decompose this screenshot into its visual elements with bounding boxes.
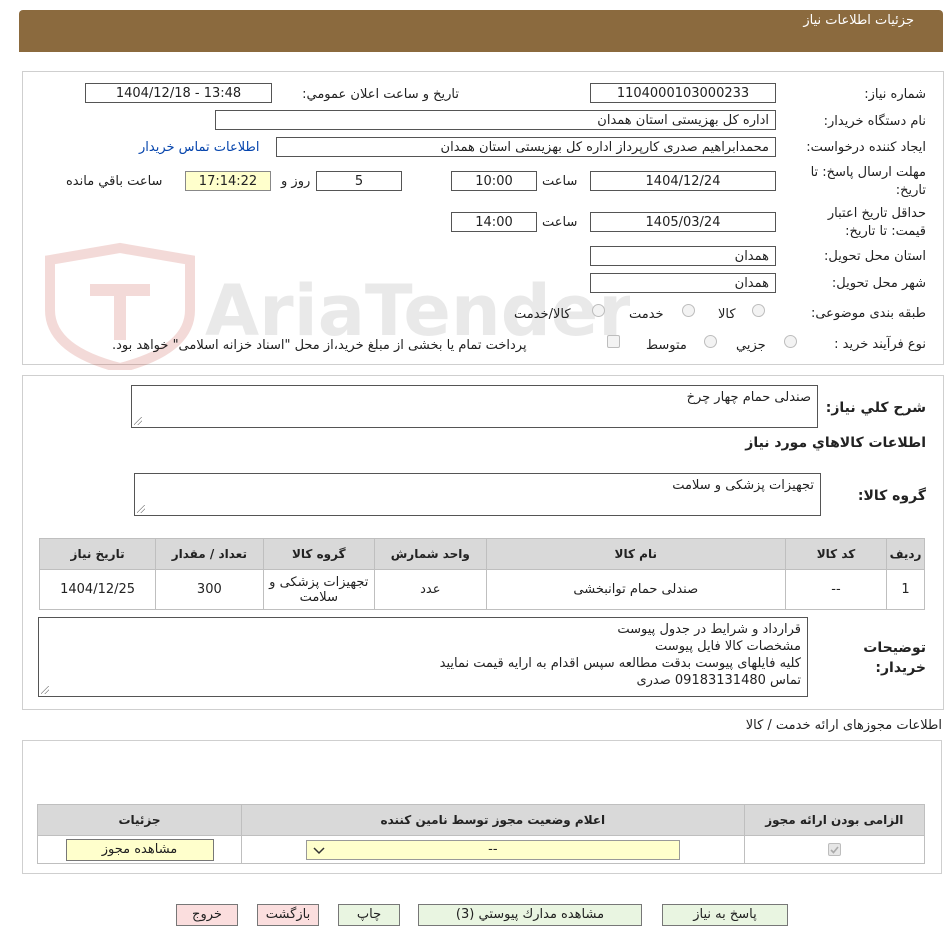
cell-unit: عدد xyxy=(374,569,487,610)
chevron-down-icon xyxy=(313,846,325,854)
validity-date-field: 1405/03/24 xyxy=(590,212,776,232)
need-number-label: شماره نیاز: xyxy=(864,87,926,102)
category-radio-goods[interactable] xyxy=(752,304,765,317)
view-permit-button[interactable]: مشاهده مجوز xyxy=(65,838,214,861)
buyer-field: اداره کل بهزیستی استان همدان xyxy=(215,110,776,130)
need-number-field: 1104000103000233 xyxy=(590,83,776,103)
exit-button[interactable]: خروج xyxy=(176,904,238,926)
cell-status: -- xyxy=(241,835,745,864)
goods-group-label: گروه کالا: xyxy=(857,488,926,504)
announce-label: تاریخ و ساعت اعلان عمومي: xyxy=(302,87,459,102)
goods-group-textarea[interactable]: تجهیزات پزشکی و سلامت xyxy=(134,473,821,516)
category-radio-goods-service[interactable] xyxy=(592,304,605,317)
treasury-payment-checkbox[interactable] xyxy=(607,335,620,348)
buyer-notes-textarea[interactable]: قرارداد و شرایط در جدول پیوست مشخصات کال… xyxy=(38,617,808,697)
buyer-notes-line: قرارداد و شرایط در جدول پیوست xyxy=(617,622,801,637)
process-radio-medium[interactable] xyxy=(704,335,717,348)
province-label: استان محل تحویل: xyxy=(824,249,926,264)
col-header-details: جزئیات xyxy=(36,804,243,836)
col-header-status: اعلام وضعیت مجوز توسط نامین کننده xyxy=(241,804,745,836)
col-header-code: کد کالا xyxy=(784,538,888,570)
category-option-service: خدمت xyxy=(629,307,664,322)
deadline-time-field: 10:00 xyxy=(451,171,537,191)
validity-time-label: ساعت xyxy=(542,215,578,230)
process-option-medium: متوسط xyxy=(646,338,687,353)
col-header-row: ردیف xyxy=(886,538,925,570)
deadline-date-field: 1404/12/24 xyxy=(590,171,776,191)
permits-title: اطلاعات مجوزهای ارائه خدمت / کالا xyxy=(745,718,942,733)
permits-table-header: الزامی بودن ارائه مجوز اعلام وضعیت مجوز … xyxy=(36,804,926,836)
city-field: همدان xyxy=(590,273,776,293)
col-header-date: تاریخ نیاز xyxy=(38,538,157,570)
col-header-qty: تعداد / مقدار xyxy=(155,538,264,570)
page-title: جزئیات اطلاعات نیاز xyxy=(803,13,914,28)
category-radio-service[interactable] xyxy=(682,304,695,317)
col-header-name: نام کالا xyxy=(485,538,786,570)
permit-status-value: -- xyxy=(488,841,498,857)
buyer-notes-line: مشخصات کالا فایل پیوست xyxy=(655,639,801,654)
process-label: نوع فرآیند خرید : xyxy=(834,337,926,352)
col-header-required: الزامی بودن ارائه مجوز xyxy=(743,804,926,836)
view-attachments-button[interactable]: مشاهده مدارك پیوستي (3) xyxy=(418,904,642,926)
permit-status-select[interactable]: -- xyxy=(305,839,680,860)
cell-date: 1404/12/25 xyxy=(38,569,157,610)
check-icon xyxy=(830,846,839,854)
cell-group: تجهیزات پزشکی و سلامت xyxy=(262,569,376,610)
goods-group-value: تجهیزات پزشکی و سلامت xyxy=(672,478,814,493)
cell-details: مشاهده مجوز xyxy=(36,835,243,864)
validity-time-field: 14:00 xyxy=(451,212,537,232)
back-button[interactable]: بازگشت xyxy=(257,904,319,926)
buyer-notes-label: توضیحات خریدار: xyxy=(863,640,926,676)
reply-button[interactable]: پاسخ به نیاز xyxy=(662,904,788,926)
cell-code: -- xyxy=(784,569,888,610)
summary-value: صندلی حمام چهار چرخ xyxy=(686,390,811,405)
col-header-group: گروه کالا xyxy=(262,538,376,570)
remaining-time-field: 17:14:22 xyxy=(185,171,271,191)
resize-grip-icon[interactable] xyxy=(41,686,49,694)
cell-qty: 300 xyxy=(155,569,264,610)
buyer-label: نام دستگاه خریدار: xyxy=(823,114,926,129)
table-row: -- مشاهده مجوز xyxy=(36,835,926,864)
category-option-goods-service: کالا/خدمت xyxy=(514,307,571,322)
summary-textarea[interactable]: صندلی حمام چهار چرخ xyxy=(131,385,818,428)
province-field: همدان xyxy=(590,246,776,266)
deadline-label: مهلت ارسال پاسخ: تا تاریخ: xyxy=(810,165,926,198)
city-label: شهر محل تحویل: xyxy=(831,276,926,291)
buyer-notes-line: کلیه فایلهای پیوست بدقت مطالعه سپس اقدام… xyxy=(439,656,801,671)
treasury-payment-note: پرداخت تمام یا بخشی از مبلغ خرید،از محل … xyxy=(112,338,527,353)
table-row: 1 -- صندلی حمام توانبخشی عدد تجهیزات پزش… xyxy=(38,569,925,610)
resize-grip-icon[interactable] xyxy=(137,505,145,513)
creator-field: محمدابراهیم صدری کارپرداز اداره کل بهزیس… xyxy=(276,137,776,157)
goods-table: ردیف کد کالا نام کالا واحد شمارش گروه کا… xyxy=(38,538,925,610)
remaining-label: ساعت باقي مانده xyxy=(66,174,163,189)
validity-label: حداقل تاریخ اعتبار قیمت: تا تاریخ: xyxy=(827,206,926,239)
print-button[interactable]: چاپ xyxy=(338,904,400,926)
category-label: طبقه بندی موضوعی: xyxy=(810,306,926,321)
buyer-contact-link[interactable]: اطلاعات تماس خریدار xyxy=(139,140,259,155)
resize-grip-icon[interactable] xyxy=(134,417,142,425)
col-header-unit: واحد شمارش xyxy=(374,538,487,570)
category-option-goods: کالا xyxy=(718,307,736,322)
deadline-time-label: ساعت xyxy=(542,174,578,189)
cell-row: 1 xyxy=(886,569,925,610)
announce-field: 1404/12/18 - 13:48 xyxy=(85,83,272,103)
summary-label: شرح کلي نیاز: xyxy=(825,400,926,416)
days-field: 5 xyxy=(316,171,402,191)
creator-label: ایجاد کننده درخواست: xyxy=(806,140,926,155)
buyer-notes-line: تماس 09183131480 صدری xyxy=(636,673,801,688)
permits-table: الزامی بودن ارائه مجوز اعلام وضعیت مجوز … xyxy=(36,804,926,864)
process-option-minor: جزیي xyxy=(736,338,766,353)
cell-name: صندلی حمام توانبخشی xyxy=(485,569,786,610)
cell-required xyxy=(743,835,926,864)
required-checkbox xyxy=(827,843,841,856)
process-radio-minor[interactable] xyxy=(784,335,797,348)
goods-table-header: ردیف کد کالا نام کالا واحد شمارش گروه کا… xyxy=(38,538,925,570)
days-label: روز و xyxy=(281,174,311,189)
goods-info-title: اطلاعات کالاهاي مورد نیاز xyxy=(745,435,926,451)
